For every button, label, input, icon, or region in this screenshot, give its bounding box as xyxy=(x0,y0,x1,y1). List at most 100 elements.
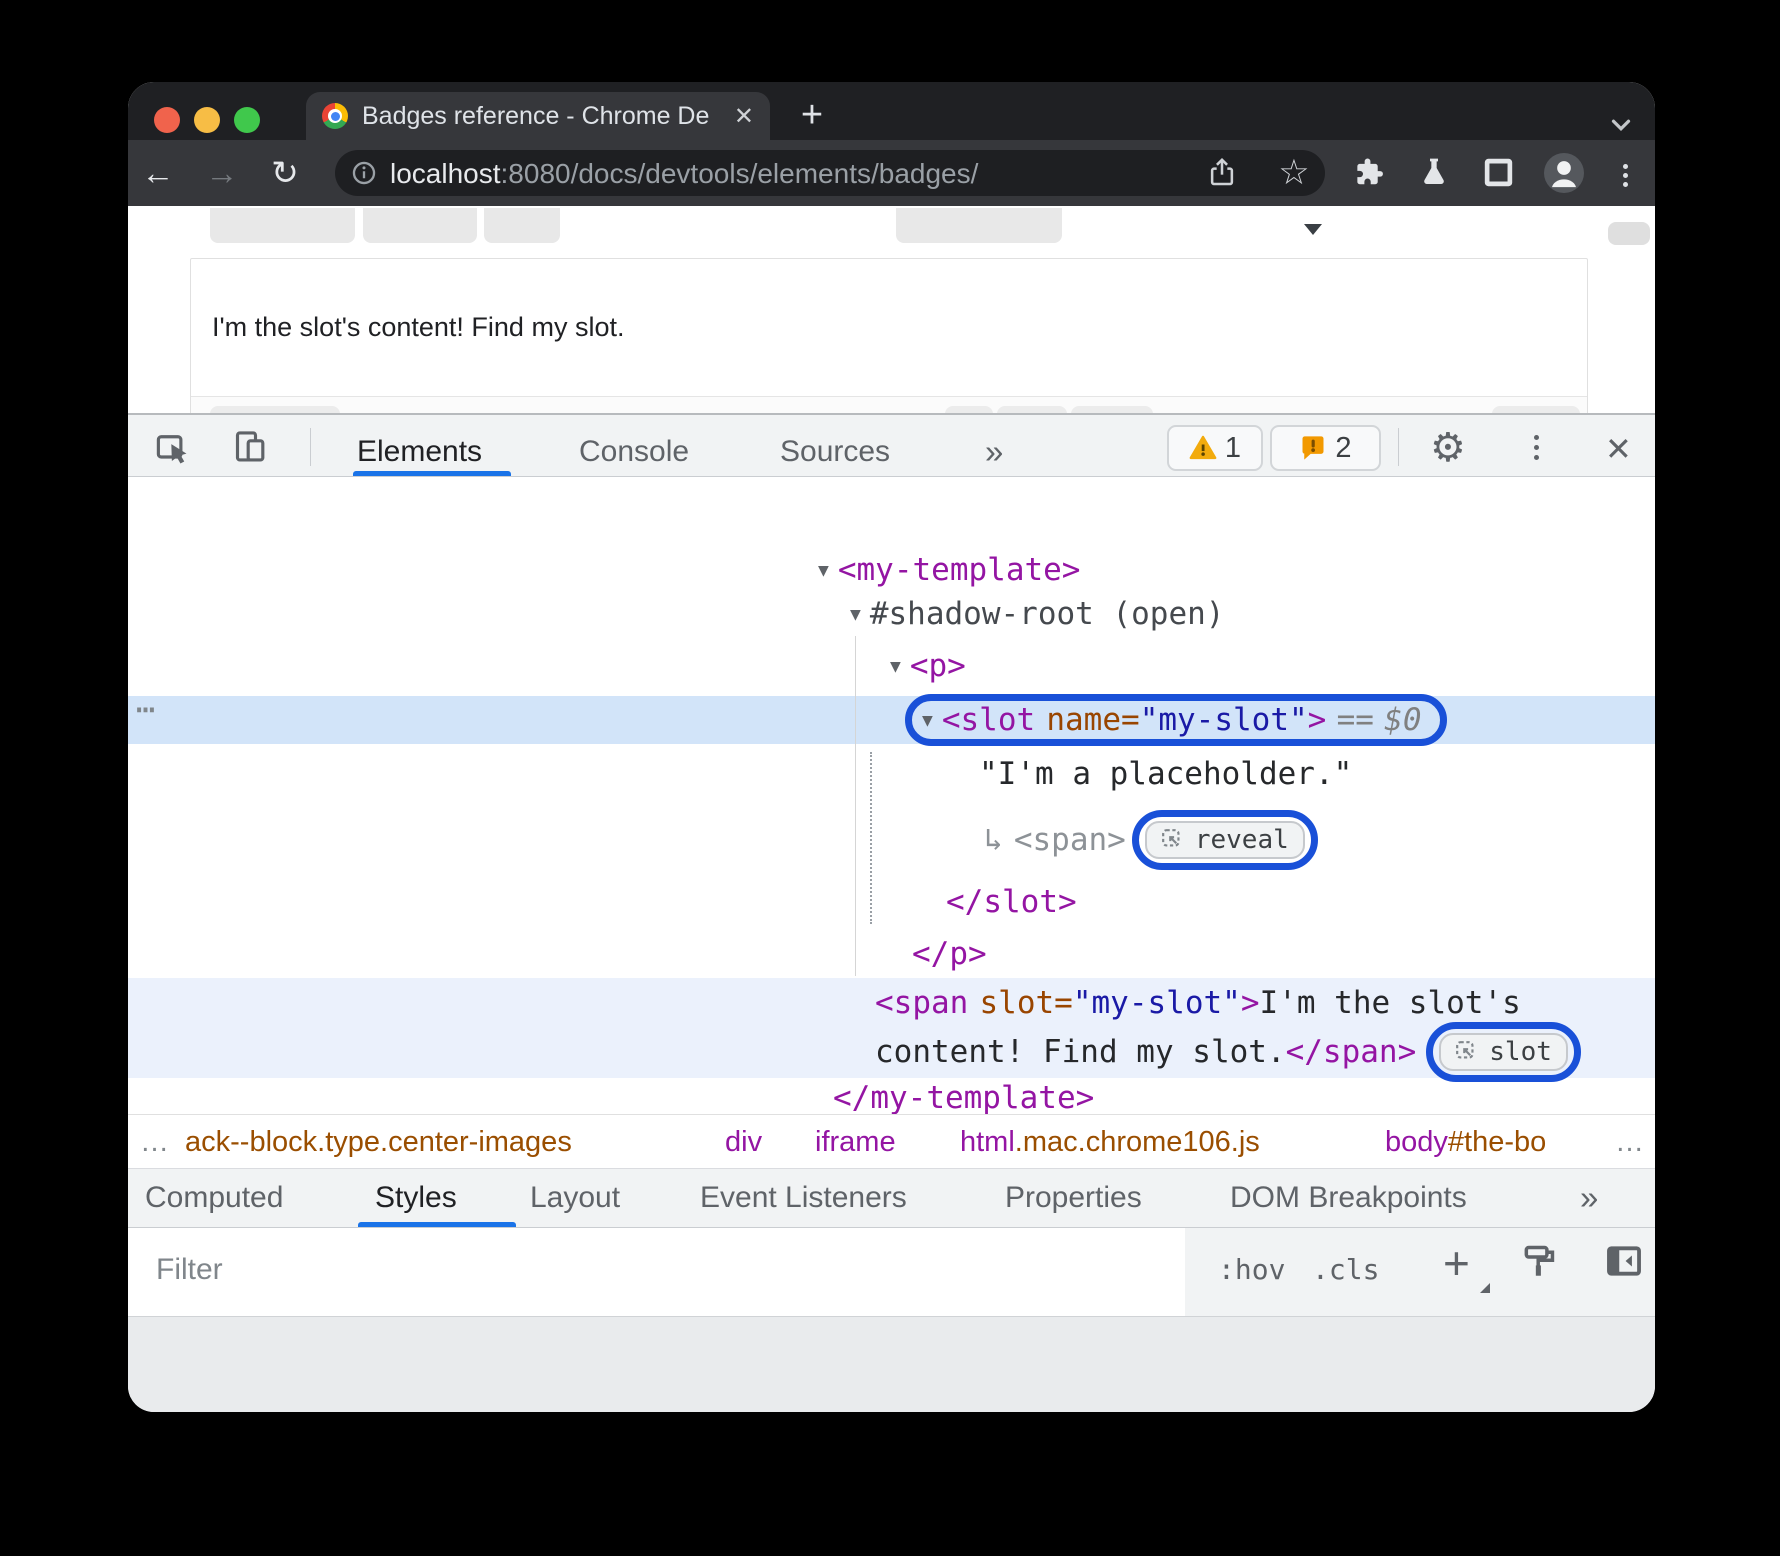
more-tabs-icon[interactable]: » xyxy=(985,429,1003,475)
tab-close-icon[interactable]: ✕ xyxy=(734,102,754,131)
tree-row-shadow-root[interactable]: ▼ #shadow-root (open) xyxy=(850,592,1224,636)
tag-p-open: <p> xyxy=(910,648,966,684)
sidebar-more-tabs-icon[interactable]: » xyxy=(1580,1176,1598,1220)
url-path: :8080/docs/devtools/elements/badges/ xyxy=(501,158,979,189)
profile-avatar[interactable] xyxy=(1544,153,1584,193)
element-classes-button[interactable]: .cls xyxy=(1312,1238,1379,1302)
tree-row-slotted-span-line1[interactable]: <spanslot="my-slot">I'm the slot's xyxy=(875,981,1521,1025)
tree-guide-line xyxy=(855,636,856,976)
issues-icon xyxy=(1299,434,1327,462)
slot-badge[interactable]: slot xyxy=(1439,1033,1568,1071)
devtools-menu-icon[interactable] xyxy=(1534,435,1539,440)
warnings-button[interactable]: 1 xyxy=(1167,425,1263,471)
brush-icon[interactable] xyxy=(1520,1242,1558,1285)
new-style-rule-caret xyxy=(1480,1283,1490,1293)
flask-icon[interactable] xyxy=(1418,156,1450,193)
tree-row-p-open[interactable]: ▼ <p> xyxy=(890,644,966,688)
active-sidebar-tab-underline xyxy=(358,1222,516,1227)
tag-span-close: </span> xyxy=(1286,1034,1417,1070)
styles-filter-input[interactable] xyxy=(142,1238,1156,1302)
tab-computed[interactable]: Computed xyxy=(145,1176,283,1220)
sidebar-toggle-icon[interactable] xyxy=(1605,1242,1643,1285)
slot-attr-name: name= xyxy=(1046,702,1139,738)
browser-tab[interactable]: Badges reference - Chrome De ✕ xyxy=(306,92,770,140)
span-attr-name: slot= xyxy=(980,985,1073,1021)
reveal-badge[interactable]: reveal xyxy=(1145,821,1305,859)
window-close-button[interactable] xyxy=(154,107,180,133)
url-host: localhost xyxy=(390,158,501,189)
chrome-favicon xyxy=(322,103,348,129)
last-selected-hint: $0 xyxy=(1384,702,1421,738)
warning-count: 1 xyxy=(1225,432,1241,465)
browser-window: Badges reference - Chrome De ✕ + ← → ↻ l… xyxy=(128,82,1655,1412)
scroll-button-fragment xyxy=(1608,222,1650,245)
toolbar-separator xyxy=(1398,428,1399,466)
overflow-ellipsis-icon[interactable]: ⋯ xyxy=(136,690,155,728)
slot-badge-label: slot xyxy=(1489,1037,1552,1067)
tab-properties[interactable]: Properties xyxy=(1005,1176,1142,1220)
tag-p-close: </p> xyxy=(912,936,987,972)
issues-button[interactable]: 2 xyxy=(1270,425,1381,471)
bookmark-star-icon[interactable]: ☆ xyxy=(1276,155,1312,191)
active-tab-underline xyxy=(353,471,511,476)
ghost-span-tag: <span> xyxy=(1014,822,1126,858)
breadcrumb-item-iframe[interactable]: iframe xyxy=(815,1122,896,1162)
tag-slot-open: <slot xyxy=(942,702,1035,738)
tree-row-slotted-span-line2[interactable]: content! Find my slot.</span>slot xyxy=(875,1020,1581,1084)
tree-row-slot-close[interactable]: </slot> xyxy=(946,880,1077,924)
tree-row-placeholder-text[interactable]: "I'm a placeholder." xyxy=(979,752,1352,796)
slot-attr-value: "my-slot" xyxy=(1140,702,1308,738)
reveal-arrow-icon: ↳ xyxy=(984,822,1003,858)
expand-arrow-icon[interactable]: ▼ xyxy=(890,656,901,677)
breadcrumb-item[interactable]: ack--block.type.center-images xyxy=(185,1122,572,1162)
issue-count: 2 xyxy=(1335,432,1351,465)
tree-row-slot-selected[interactable]: ▼<slotname="my-slot">==$0 xyxy=(905,688,1447,752)
window-minimize-button[interactable] xyxy=(194,107,220,133)
slot-badge-annotation-ring: slot xyxy=(1426,1022,1581,1082)
truncated-button-fragment xyxy=(484,208,560,243)
expand-arrow-icon[interactable]: ▼ xyxy=(922,710,933,731)
tag-my-template-close: </my-template> xyxy=(833,1080,1094,1116)
url-text[interactable]: localhost:8080/docs/devtools/elements/ba… xyxy=(390,150,978,196)
expand-arrow-icon[interactable]: ▼ xyxy=(850,604,861,625)
tree-row-p-close[interactable]: </p> xyxy=(912,932,987,976)
side-panel-icon[interactable] xyxy=(1483,157,1514,193)
extensions-puzzle-icon[interactable] xyxy=(1352,156,1385,194)
info-icon[interactable] xyxy=(350,159,378,192)
breadcrumb-item-body[interactable]: body#the-bo xyxy=(1385,1122,1546,1162)
device-toolbar-icon[interactable] xyxy=(233,429,269,470)
settings-gear-icon[interactable]: ⚙ xyxy=(1430,425,1466,471)
back-icon[interactable]: ← xyxy=(140,155,176,191)
forward-icon[interactable]: → xyxy=(204,155,240,191)
tab-layout[interactable]: Layout xyxy=(530,1176,620,1220)
breadcrumb-item-html[interactable]: html.mac.chrome106.js xyxy=(960,1122,1260,1162)
crumb-tag: body xyxy=(1385,1126,1448,1158)
share-icon[interactable] xyxy=(1206,156,1238,193)
new-tab-button[interactable]: + xyxy=(790,96,834,136)
toggle-element-state-button[interactable]: :hov xyxy=(1218,1238,1285,1302)
devtools-close-icon[interactable]: ✕ xyxy=(1605,430,1632,468)
dropdown-caret-fragment xyxy=(1304,224,1322,235)
reveal-badge-icon xyxy=(1161,828,1185,852)
tab-elements[interactable]: Elements xyxy=(357,429,482,475)
browser-menu-icon[interactable] xyxy=(1623,164,1628,169)
tree-row-my-template[interactable]: ▼<my-template> xyxy=(818,548,1080,592)
tab-event-listeners[interactable]: Event Listeners xyxy=(700,1176,907,1220)
shadow-root-label: #shadow-root (open) xyxy=(870,596,1225,632)
tab-sources[interactable]: Sources xyxy=(780,429,890,475)
inspect-icon[interactable] xyxy=(155,430,191,471)
breadcrumb-item-div[interactable]: div xyxy=(725,1122,762,1162)
breadcrumb-more-left[interactable]: … xyxy=(140,1122,169,1162)
tab-console[interactable]: Console xyxy=(579,429,689,475)
reveal-annotation-ring: reveal xyxy=(1132,810,1318,870)
tab-styles[interactable]: Styles xyxy=(375,1176,457,1220)
reload-icon[interactable]: ↻ xyxy=(267,155,303,191)
new-style-rule-icon[interactable]: + xyxy=(1443,1236,1470,1290)
truncated-button-fragment xyxy=(210,208,355,243)
window-zoom-button[interactable] xyxy=(234,107,260,133)
span-attr-value: "my-slot" xyxy=(1073,985,1241,1021)
breadcrumb-more-right[interactable]: … xyxy=(1615,1122,1644,1162)
tree-row-revealed-span[interactable]: ↳ <span> reveal xyxy=(984,805,1318,875)
tab-dom-breakpoints[interactable]: DOM Breakpoints xyxy=(1230,1176,1467,1220)
expand-arrow-icon[interactable]: ▼ xyxy=(818,560,829,581)
